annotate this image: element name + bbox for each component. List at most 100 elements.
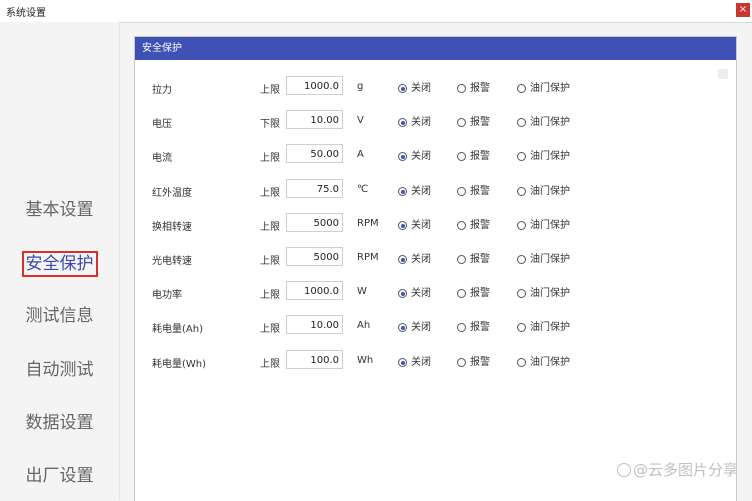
protection-row: 耗电量(Wh) 上限 100.0 Wh 关闭 报警 油门保护 (135, 350, 735, 372)
radio-circle-icon (398, 84, 407, 93)
radio-throttle-protect[interactable]: 油门保护 (517, 113, 570, 128)
radio-throttle-protect[interactable]: 油门保护 (517, 182, 570, 197)
sidebar-item-safety[interactable]: 安全保护 (0, 251, 119, 277)
radio-alarm[interactable]: 报警 (457, 250, 490, 265)
sidebar-item-basic[interactable]: 基本设置 (0, 198, 119, 222)
radio-circle-icon (398, 323, 407, 332)
limit-type: 上限 (260, 85, 280, 96)
radio-throttle-protect[interactable]: 油门保护 (517, 318, 570, 333)
protection-row: 电功率 上限 1000.0 W 关闭 报警 油门保护 (135, 281, 735, 303)
limit-value-input[interactable]: 100.0 (286, 350, 343, 369)
protection-row: 红外温度 上限 75.0 ℃ 关闭 报警 油门保护 (135, 179, 735, 201)
unit-label: g (357, 81, 364, 92)
protection-row: 拉力 上限 1000.0 g 关闭 报警 油门保护 (135, 76, 735, 98)
sidebar-item-label: 自动测试 (25, 360, 94, 380)
radio-circle-icon (517, 255, 526, 264)
radio-throttle-protect[interactable]: 油门保护 (517, 250, 570, 265)
radio-alarm[interactable]: 报警 (457, 284, 490, 299)
radio-off[interactable]: 关闭 (398, 182, 431, 197)
unit-label: Ah (357, 320, 371, 331)
param-label: 耗电量(Ah) (152, 324, 203, 335)
radio-label: 关闭 (411, 117, 431, 128)
radio-circle-icon (517, 221, 526, 230)
radio-circle-icon (517, 289, 526, 298)
sidebar-item-factory[interactable]: 出厂设置 (0, 464, 119, 488)
watermark: @云多图片分享 (616, 459, 738, 480)
radio-off[interactable]: 关闭 (398, 250, 431, 265)
radio-circle-icon (398, 255, 407, 264)
limit-value-input[interactable]: 50.00 (286, 144, 343, 163)
radio-circle-icon (398, 118, 407, 127)
unit-label: RPM (357, 218, 379, 229)
radio-off[interactable]: 关闭 (398, 79, 431, 94)
close-button[interactable]: × (736, 3, 750, 17)
radio-label: 报警 (470, 186, 490, 197)
radio-label: 油门保护 (530, 220, 570, 231)
protection-row: 光电转速 上限 5000 RPM 关闭 报警 油门保护 (135, 247, 735, 269)
radio-label: 关闭 (411, 220, 431, 231)
radio-circle-icon (457, 221, 466, 230)
limit-value-input[interactable]: 1000.0 (286, 76, 343, 95)
radio-circle-icon (457, 118, 466, 127)
radio-circle-icon (398, 221, 407, 230)
radio-alarm[interactable]: 报警 (457, 353, 490, 368)
radio-off[interactable]: 关闭 (398, 284, 431, 299)
radio-alarm[interactable]: 报警 (457, 318, 490, 333)
radio-alarm[interactable]: 报警 (457, 182, 490, 197)
limit-type: 上限 (260, 359, 280, 370)
unit-label: ℃ (357, 184, 369, 195)
radio-circle-icon (398, 187, 407, 196)
sidebar-item-test-info[interactable]: 测试信息 (0, 304, 119, 328)
radio-label: 油门保护 (530, 83, 570, 94)
sidebar-item-label: 安全保护 (21, 251, 98, 277)
radio-label: 关闭 (411, 254, 431, 265)
radio-throttle-protect[interactable]: 油门保护 (517, 147, 570, 162)
radio-alarm[interactable]: 报警 (457, 79, 490, 94)
radio-circle-icon (398, 289, 407, 298)
param-label: 电功率 (152, 290, 182, 301)
limit-value-input[interactable]: 5000 (286, 213, 343, 232)
limit-value-input[interactable]: 10.00 (286, 110, 343, 129)
radio-off[interactable]: 关闭 (398, 113, 431, 128)
radio-off[interactable]: 关闭 (398, 318, 431, 333)
sidebar-item-auto-test[interactable]: 自动测试 (0, 358, 119, 382)
radio-circle-icon (517, 187, 526, 196)
limit-value-input[interactable]: 75.0 (286, 179, 343, 198)
radio-label: 油门保护 (530, 288, 570, 299)
radio-circle-icon (457, 152, 466, 161)
radio-off[interactable]: 关闭 (398, 353, 431, 368)
limit-value-input[interactable]: 10.00 (286, 315, 343, 334)
param-label: 换相转速 (152, 222, 192, 233)
radio-circle-icon (457, 358, 466, 367)
limit-value-input[interactable]: 5000 (286, 247, 343, 266)
radio-throttle-protect[interactable]: 油门保护 (517, 284, 570, 299)
radio-throttle-protect[interactable]: 油门保护 (517, 79, 570, 94)
radio-label: 报警 (470, 322, 490, 333)
radio-throttle-protect[interactable]: 油门保护 (517, 353, 570, 368)
param-label: 拉力 (152, 85, 172, 96)
radio-alarm[interactable]: 报警 (457, 113, 490, 128)
sidebar-item-data[interactable]: 数据设置 (0, 411, 119, 435)
radio-label: 报警 (470, 357, 490, 368)
radio-off[interactable]: 关闭 (398, 147, 431, 162)
limit-type: 上限 (260, 256, 280, 267)
radio-label: 报警 (470, 288, 490, 299)
radio-circle-icon (398, 152, 407, 161)
radio-circle-icon (457, 255, 466, 264)
protection-row: 电流 上限 50.00 A 关闭 报警 油门保护 (135, 144, 735, 166)
unit-label: V (357, 115, 364, 126)
watermark-icon (616, 463, 631, 477)
sidebar-item-label: 数据设置 (25, 413, 94, 433)
panel-title: 安全保护 (135, 37, 736, 60)
radio-label: 油门保护 (530, 117, 570, 128)
radio-label: 报警 (470, 151, 490, 162)
radio-label: 关闭 (411, 186, 431, 197)
radio-alarm[interactable]: 报警 (457, 216, 490, 231)
radio-circle-icon (517, 152, 526, 161)
radio-circle-icon (457, 323, 466, 332)
radio-throttle-protect[interactable]: 油门保护 (517, 216, 570, 231)
limit-type: 上限 (260, 290, 280, 301)
limit-value-input[interactable]: 1000.0 (286, 281, 343, 300)
radio-alarm[interactable]: 报警 (457, 147, 490, 162)
radio-off[interactable]: 关闭 (398, 216, 431, 231)
